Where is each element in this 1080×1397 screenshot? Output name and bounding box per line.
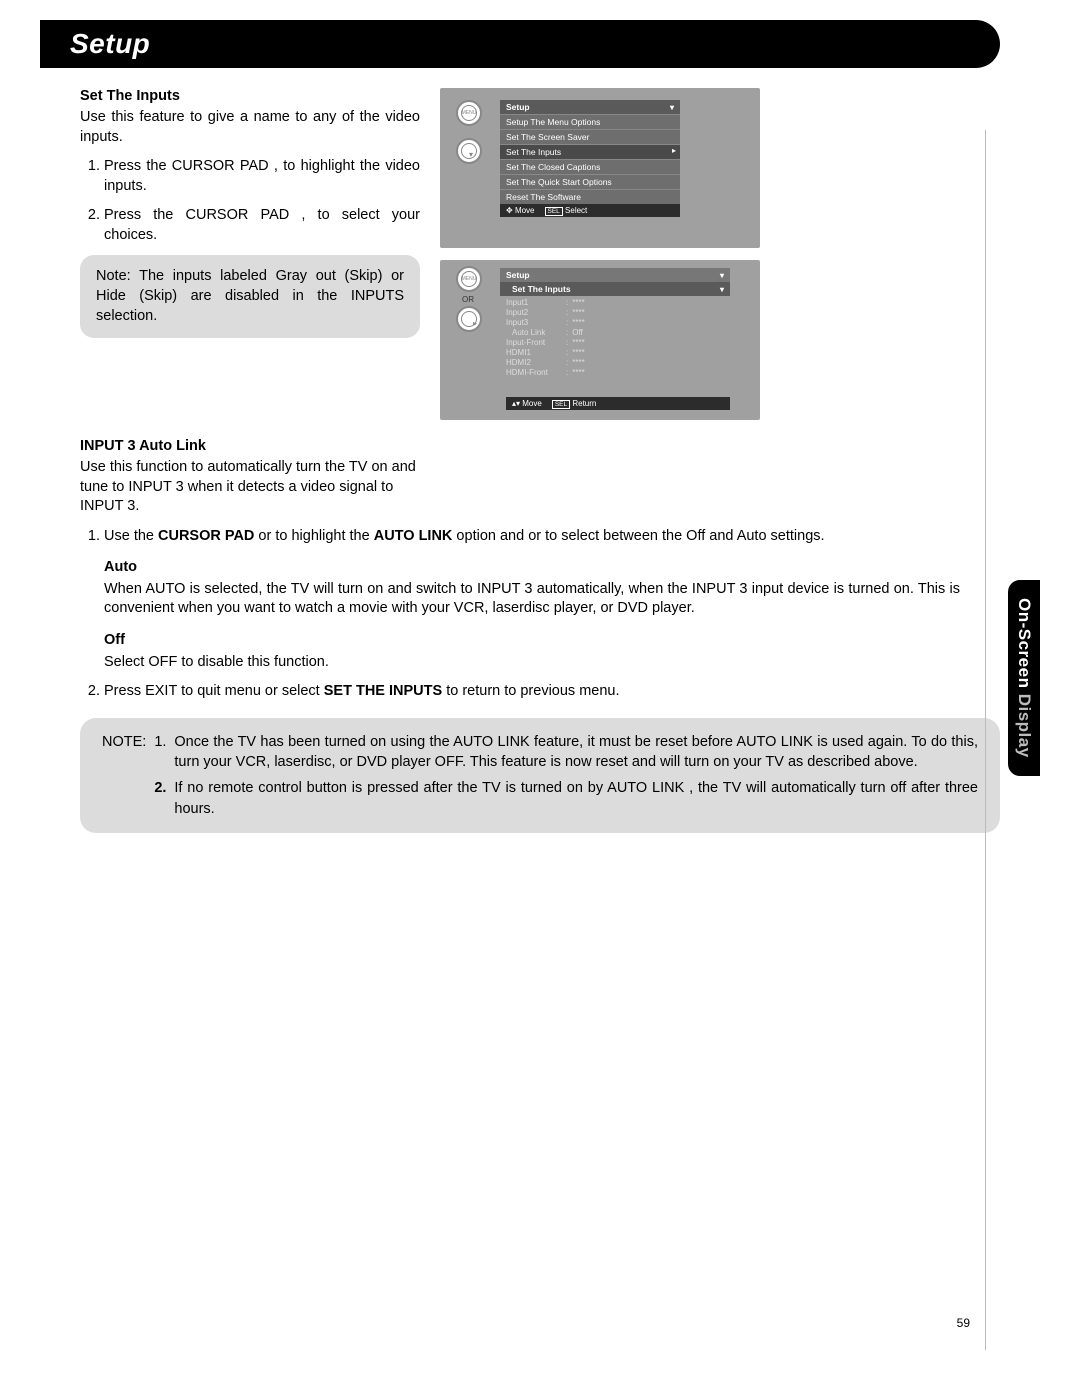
osd-input-list: Input1:**** Input2:**** Input3:**** Auto… [506, 298, 585, 378]
autolink-steps: Use the CURSOR PAD or to highlight the A… [80, 527, 960, 702]
osd-footer: ▴▾ Move SEL Return [506, 397, 730, 410]
steps-list: Press the CURSOR PAD , to highlight the … [80, 157, 420, 245]
osd-title: Setup▾ [500, 100, 680, 114]
osd-title: Setup▾ [500, 268, 730, 282]
off-text: Select OFF to disable this function. [104, 653, 960, 673]
section-title-autolink: INPUT 3 Auto Link [80, 438, 960, 454]
autolink-step-1: Use the CURSOR PAD or to highlight the A… [104, 527, 960, 672]
page-number: 59 [957, 1316, 970, 1330]
note-number: 1. [154, 732, 166, 773]
osd-panel-2: MENU OR Setup▾ Set The Inputs▾ Input1:**… [440, 260, 760, 420]
menu-button-icon: MENU [456, 100, 482, 126]
note-text-1: Once the TV has been turned on using the… [174, 732, 978, 773]
section-set-the-inputs: Set The Inputs Use this feature to give … [80, 88, 960, 420]
content-area: Set The Inputs Use this feature to give … [40, 68, 1000, 833]
menu-button-icon: MENU [456, 266, 482, 292]
page-root: Setup Set The Inputs Use this feature to… [40, 20, 1040, 1360]
osd-panel-1: MENU Setup▾ Setup The Menu Options Set T… [440, 88, 760, 248]
auto-heading: Auto [104, 558, 960, 578]
note-label: NOTE: [102, 732, 146, 773]
vertical-rule [985, 130, 986, 1350]
side-tab: On-Screen Display [1008, 580, 1040, 776]
note-box-wide: NOTE: 1. Once the TV has been turned on … [80, 718, 1000, 833]
section-title: Set The Inputs [80, 88, 420, 104]
note-box: Note: The inputs labeled Gray out (Skip)… [80, 255, 420, 338]
cursor-right-icon [456, 306, 482, 332]
osd-column: MENU Setup▾ Setup The Menu Options Set T… [440, 88, 960, 420]
step-1: Press the CURSOR PAD , to highlight the … [104, 157, 420, 196]
auto-text: When AUTO is selected, the TV will turn … [104, 580, 960, 619]
autolink-step-2: Press EXIT to quit menu or select SET TH… [104, 682, 960, 702]
osd-item: Set The Screen Saver [500, 129, 680, 144]
osd-subtitle: Set The Inputs▾ [500, 282, 730, 296]
or-label: OR [462, 295, 474, 304]
osd-item: Set The Quick Start Options [500, 174, 680, 189]
osd-menu-2: Setup▾ Set The Inputs▾ [500, 268, 730, 296]
autolink-intro: Use this function to automatically turn … [80, 458, 420, 517]
section-intro: Use this feature to give a name to any o… [80, 108, 420, 147]
osd-menu-1: Setup▾ Setup The Menu Options Set The Sc… [500, 100, 680, 217]
osd-item: Set The Closed Captions [500, 159, 680, 174]
note-text-2: If no remote control button is pressed a… [174, 778, 978, 819]
off-heading: Off [104, 631, 960, 651]
step-2: Press the CURSOR PAD , to select your ch… [104, 206, 420, 245]
osd-footer: ✥ Move SEL Select [500, 204, 680, 217]
osd-item: Reset The Software [500, 189, 680, 204]
osd-item: Setup The Menu Options [500, 114, 680, 129]
osd-item-highlighted: Set The Inputs [500, 144, 680, 159]
page-header: Setup [40, 20, 1000, 68]
cursor-down-icon [456, 138, 482, 164]
note-number: 2. [154, 778, 166, 819]
